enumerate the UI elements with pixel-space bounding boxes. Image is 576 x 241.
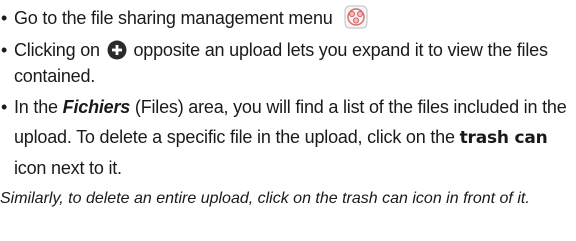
step-2-text-before: Clicking on: [14, 40, 100, 60]
instructions-document: • Go to the file sharing management menu…: [0, 2, 576, 211]
step-3-text-post: icon next to it.: [14, 158, 122, 178]
instruction-list: • Go to the file sharing management menu…: [0, 2, 576, 183]
bullet-marker: •: [1, 40, 8, 60]
trash-can-label: trash can: [459, 128, 548, 148]
step-3-text-pre: In the: [14, 97, 58, 117]
plus-circle-icon: [107, 40, 127, 60]
files-area-name: Fichiers: [62, 97, 131, 117]
bullet-marker: •: [1, 97, 8, 117]
bullet-marker: •: [1, 8, 8, 28]
instruction-step-3: • In the Fichiers (Files) area, you will…: [0, 92, 576, 183]
step-1-text: Go to the file sharing management menu: [14, 8, 333, 28]
instruction-step-1: • Go to the file sharing management menu: [0, 2, 576, 34]
instruction-step-2: • Clicking on opposite an upload lets yo…: [0, 37, 576, 89]
note-text: Similarly, to delete an entire upload, c…: [0, 190, 530, 207]
share-management-icon: [344, 5, 369, 29]
